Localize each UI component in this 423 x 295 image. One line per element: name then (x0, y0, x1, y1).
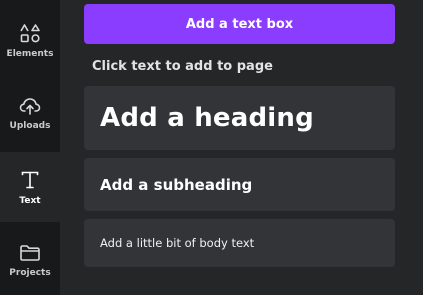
rail-item-projects[interactable]: Projects (0, 225, 60, 295)
folder-icon (19, 243, 41, 263)
rail-item-label: Elements (6, 48, 54, 59)
add-subheading-card[interactable]: Add a subheading (84, 158, 395, 211)
add-text-box-button[interactable]: Add a text box (84, 4, 395, 44)
panel-scrollbar[interactable] (410, 0, 414, 295)
section-title: Click text to add to page (92, 59, 273, 74)
side-navigation-rail: Elements Uploads Text Projects (0, 0, 60, 295)
add-heading-card[interactable]: Add a heading (84, 86, 395, 150)
upload-cloud-icon (19, 96, 41, 116)
rail-item-uploads[interactable]: Uploads (0, 78, 60, 148)
text-icon (19, 169, 41, 191)
rail-item-label: Uploads (9, 120, 51, 131)
elements-icon (19, 22, 41, 44)
rail-item-label: Text (19, 195, 41, 206)
add-body-text-card[interactable]: Add a little bit of body text (84, 219, 395, 267)
rail-item-elements[interactable]: Elements (0, 5, 60, 75)
rail-item-label: Projects (9, 267, 51, 278)
text-panel: Add a text box Click text to add to page… (60, 0, 423, 295)
editor-app: Elements Uploads Text Projects Add a tex… (0, 0, 423, 295)
rail-item-text[interactable]: Text (0, 152, 60, 222)
